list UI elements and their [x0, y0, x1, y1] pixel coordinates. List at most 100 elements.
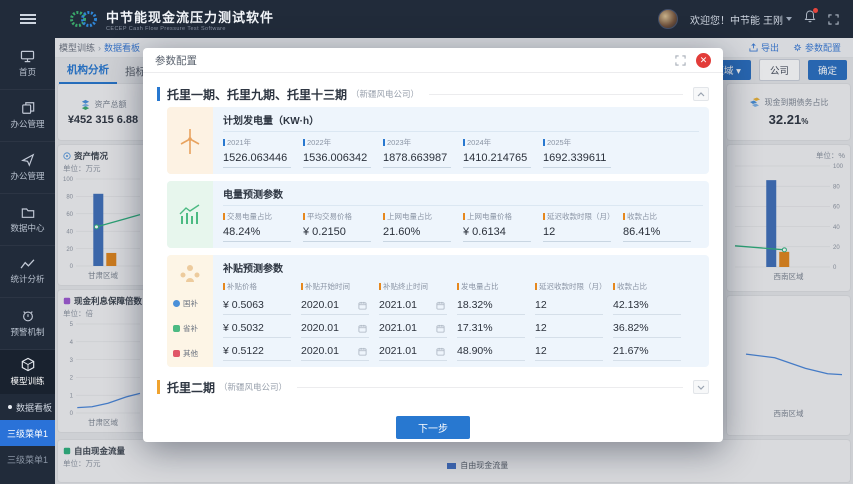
sidebar-item-data-center[interactable]: 数据中心	[0, 194, 55, 246]
app-title: 中节能现金流压力测试软件	[106, 7, 274, 26]
section-accent-bar	[157, 380, 160, 394]
field-label: 上网电量价格	[463, 211, 541, 222]
sidebar-subitem-level3-1[interactable]: 三级菜单1	[0, 420, 55, 446]
chevron-down-icon	[786, 17, 792, 21]
field-marker-icon	[463, 139, 465, 146]
field-marker-icon	[223, 213, 225, 220]
subsidy-column-headers: 补贴价格 补贴开始时间 补贴终止时间 发电量占比 延迟收款时限（月） 收款占比	[223, 281, 699, 292]
field-value-input[interactable]: 48.24%	[223, 222, 291, 242]
subsidy-generation-ratio-input[interactable]: 17.31%	[457, 318, 525, 338]
user-menu[interactable]: 欢迎您！中节能 王刚	[690, 12, 792, 27]
field-marker-icon	[223, 283, 225, 290]
modal-header: 参数配置 ✕	[143, 48, 723, 73]
subsidy-start-date-input[interactable]: 2020.01	[301, 341, 369, 361]
subsidy-type-label: 其他	[167, 341, 213, 366]
app-subtitle: CECEP Cash Flow Pressure Test Software	[106, 26, 274, 32]
sidebar-item-office-2[interactable]: 办公管理	[0, 142, 55, 194]
panel-title: 电量预测参数	[223, 186, 703, 206]
sidebar-item-warning[interactable]: 预警机制	[0, 298, 55, 350]
power-fields: 交易电量占比 48.24% 平均交易价格 ¥ 0.2150 上网电量占比 21.…	[223, 211, 703, 242]
param-config-modal: 参数配置 ✕ 托里一期、托里九期、托里十三期 （新疆风电公司） 计划发电量（	[143, 48, 723, 442]
fullscreen-icon[interactable]	[828, 14, 839, 25]
sidebar-label: 办公管理	[10, 118, 44, 130]
field-label: 2024年	[463, 137, 541, 148]
subsidy-type-label: 国补	[167, 291, 213, 316]
subsidy-collect-ratio-input[interactable]: 36.82%	[613, 318, 681, 338]
subsidy-end-date-input[interactable]: 2021.01	[379, 341, 447, 361]
subsidy-delay-input[interactable]: 12	[535, 341, 603, 361]
field-marker-icon	[463, 213, 465, 220]
calendar-icon[interactable]	[436, 324, 445, 333]
section-title: 托里一期、托里九期、托里十三期	[167, 86, 347, 103]
section-company: （新疆风电公司）	[219, 381, 287, 393]
logo-icon	[69, 9, 99, 29]
param-field: 上网电量价格 ¥ 0.6134	[463, 211, 541, 242]
app-window: 中节能现金流压力测试软件 CECEP Cash Flow Pressure Te…	[0, 0, 853, 484]
sidebar-item-home[interactable]: 首页	[0, 38, 55, 90]
subsidy-generation-ratio-input[interactable]: 48.90%	[457, 341, 525, 361]
next-step-button[interactable]: 下一步	[396, 416, 470, 439]
menu-toggle-icon[interactable]	[0, 0, 55, 38]
field-marker-icon	[383, 139, 385, 146]
send-icon	[21, 153, 35, 167]
field-value-input[interactable]: 1692.339611	[543, 148, 611, 168]
field-marker-icon	[543, 139, 545, 146]
calendar-icon[interactable]	[436, 347, 445, 356]
avatar[interactable]	[658, 9, 678, 29]
subsidy-row: ¥ 0.5122 2020.01 2021.01 48.90% 12 21.67…	[223, 341, 699, 361]
sidebar-label: 首页	[19, 66, 36, 78]
calendar-icon[interactable]	[358, 301, 367, 310]
subsidy-rows: ¥ 0.5063 2020.01 2021.01 18.32% 12 42.13…	[223, 295, 699, 361]
calendar-icon[interactable]	[358, 347, 367, 356]
subsidy-generation-ratio-input[interactable]: 18.32%	[457, 295, 525, 315]
sidebar-subitem-level3-2[interactable]: 三级菜单1	[0, 446, 55, 472]
field-value-input[interactable]: ¥ 0.6134	[463, 222, 531, 242]
subsidy-collect-ratio-input[interactable]: 21.67%	[613, 341, 681, 361]
field-label: 2025年	[543, 137, 621, 148]
calendar-icon[interactable]	[436, 301, 445, 310]
subsidy-start-date-input[interactable]: 2020.01	[301, 295, 369, 315]
chevron-down-icon[interactable]	[693, 380, 709, 394]
sidebar-sublabel: 三级菜单1	[7, 427, 48, 440]
subsidy-row: ¥ 0.5063 2020.01 2021.01 18.32% 12 42.13…	[223, 295, 699, 315]
sidebar-sublabel: 数据看板	[16, 401, 52, 414]
cube-icon	[21, 357, 35, 372]
subsidy-delay-input[interactable]: 12	[535, 318, 603, 338]
field-value-input[interactable]: 21.60%	[383, 222, 451, 242]
subsidy-price-input[interactable]: ¥ 0.5032	[223, 318, 291, 338]
section-header-2[interactable]: 托里二期 （新疆风电公司）	[157, 374, 709, 400]
subsidy-end-date-input[interactable]: 2021.01	[379, 318, 447, 338]
field-marker-icon	[535, 283, 537, 290]
field-value-input[interactable]: 1878.663987	[383, 148, 451, 168]
subsidy-price-input[interactable]: ¥ 0.5063	[223, 295, 291, 315]
column-header: 补贴终止时间	[379, 281, 457, 292]
panel-title: 补贴预测参数	[223, 260, 699, 279]
column-header: 发电量占比	[457, 281, 535, 292]
subsidy-price-input[interactable]: ¥ 0.5122	[223, 341, 291, 361]
subsidy-end-date-input[interactable]: 2021.01	[379, 295, 447, 315]
sidebar-subitem-dashboard[interactable]: 数据看板	[0, 394, 55, 420]
field-value-input[interactable]: 86.41%	[623, 222, 691, 242]
field-value-input[interactable]: 1526.063446	[223, 148, 291, 168]
section-header-1[interactable]: 托里一期、托里九期、托里十三期 （新疆风电公司）	[157, 81, 709, 107]
subsidy-delay-input[interactable]: 12	[535, 295, 603, 315]
sidebar-item-model-training[interactable]: 模型训练	[0, 350, 55, 394]
field-label: 交易电量占比	[223, 211, 301, 222]
calendar-icon[interactable]	[358, 324, 367, 333]
param-field: 平均交易价格 ¥ 0.2150	[303, 211, 381, 242]
expand-icon[interactable]	[675, 55, 686, 66]
field-value-input[interactable]: 1410.214765	[463, 148, 531, 168]
field-value-input[interactable]: 1536.006342	[303, 148, 371, 168]
panel-title: 计划发电量（KW·h）	[223, 112, 699, 132]
close-icon[interactable]: ✕	[696, 53, 711, 68]
sidebar-item-statistics[interactable]: 统计分析	[0, 246, 55, 298]
top-bar: 中节能现金流压力测试软件 CECEP Cash Flow Pressure Te…	[0, 0, 853, 38]
notification-bell-icon[interactable]	[804, 10, 816, 28]
subsidy-start-date-input[interactable]: 2020.01	[301, 318, 369, 338]
field-value-input[interactable]: ¥ 0.2150	[303, 222, 371, 242]
field-value-input[interactable]: 12	[543, 222, 611, 242]
sidebar-item-office-1[interactable]: 办公管理	[0, 90, 55, 142]
chevron-up-icon[interactable]	[693, 87, 709, 101]
section-company: （新疆风电公司）	[351, 88, 419, 100]
subsidy-collect-ratio-input[interactable]: 42.13%	[613, 295, 681, 315]
